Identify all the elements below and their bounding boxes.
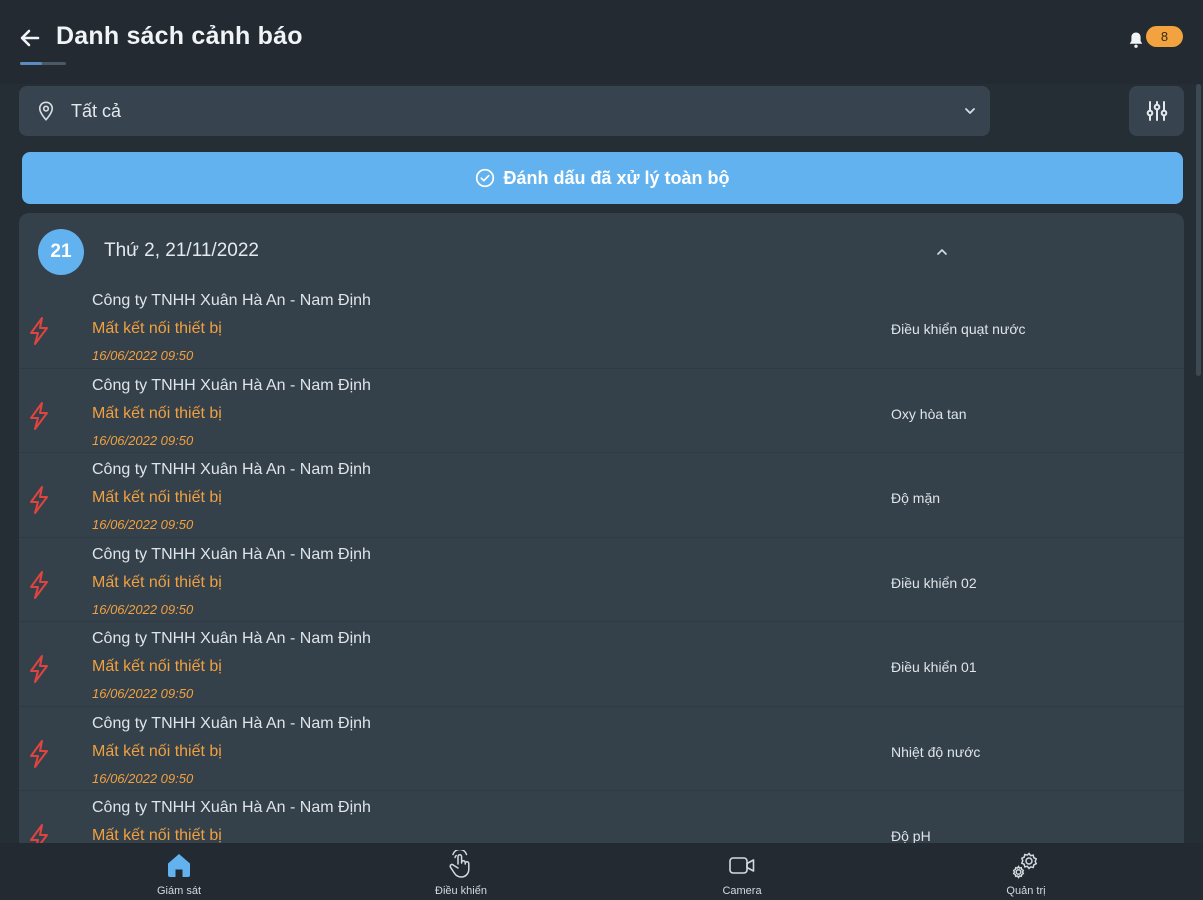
- nav-item-control[interactable]: Điều khiển: [391, 843, 531, 900]
- arrow-left-icon: [20, 29, 40, 47]
- location-pin-icon: [38, 101, 54, 121]
- chevron-up-icon[interactable]: [934, 244, 950, 260]
- alert-time: 16/06/2022 09:50: [92, 601, 194, 617]
- lightning-icon: [30, 570, 48, 599]
- filter-settings-button[interactable]: [1129, 86, 1184, 136]
- app-header: Danh sách cảnh báo 8: [0, 0, 1203, 84]
- alert-device: Nhiệt độ nước: [891, 743, 981, 760]
- settings-icon: [1012, 852, 1038, 879]
- alert-device: Độ pH: [891, 828, 931, 844]
- alert-item[interactable]: Công ty TNHH Xuân Hà An - Nam Định Mất k…: [19, 284, 1184, 369]
- notification-count-badge: 8: [1146, 26, 1183, 47]
- alert-list: Công ty TNHH Xuân Hà An - Nam Định Mất k…: [19, 284, 1184, 853]
- lightning-icon: [30, 655, 48, 683]
- alert-item[interactable]: Công ty TNHH Xuân Hà An - Nam Định Mất k…: [19, 622, 1184, 707]
- alert-status: Mất kết nối thiết bị: [92, 658, 222, 675]
- alert-time: 16/06/2022 09:50: [92, 517, 194, 532]
- location-select[interactable]: Tất cả: [19, 86, 990, 136]
- alert-device: Điều khiển 01: [891, 659, 977, 675]
- title-underline: [20, 62, 66, 65]
- alert-time: 16/06/2022 09:50: [92, 432, 194, 448]
- mark-all-label: Đánh dấu đã xử lý toàn bộ: [503, 167, 730, 188]
- lightning-icon: [30, 401, 48, 430]
- alert-status: Mất kết nối thiết bị: [92, 573, 222, 591]
- alert-status: Mất kết nối thiết bị: [92, 489, 222, 506]
- mark-all-processed-button[interactable]: Đánh dấu đã xử lý toàn bộ: [22, 152, 1183, 204]
- alert-item[interactable]: Công ty TNHH Xuân Hà An - Nam Định Mất k…: [19, 369, 1184, 453]
- day-badge: 21: [38, 229, 84, 275]
- alert-device: Điều khiển 02: [891, 574, 977, 591]
- alert-device: Điều khiển quạt nước: [891, 321, 1026, 337]
- alert-time: 16/06/2022 09:50: [92, 770, 194, 786]
- camera-icon: [729, 857, 755, 874]
- back-button[interactable]: [14, 22, 46, 54]
- alert-company: Công ty TNHH Xuân Hà An - Nam Định: [92, 799, 371, 816]
- page-title: Danh sách cảnh báo: [56, 22, 303, 50]
- alert-company: Công ty TNHH Xuân Hà An - Nam Định: [92, 630, 371, 647]
- scrollbar[interactable]: [1196, 84, 1201, 376]
- bell-icon: [1129, 32, 1143, 48]
- alert-time: 16/06/2022 09:50: [92, 686, 194, 701]
- location-value: Tất cả: [71, 101, 122, 121]
- lightning-icon: [30, 739, 48, 768]
- nav-label: Điều khiển: [435, 885, 487, 897]
- alert-company: Công ty TNHH Xuân Hà An - Nam Định: [92, 292, 371, 309]
- alert-time: 16/06/2022 09:50: [92, 348, 194, 363]
- lightning-icon: [30, 317, 48, 345]
- alert-status: Mất kết nối thiết bị: [92, 404, 222, 422]
- lightning-icon: [30, 486, 48, 514]
- alert-company: Công ty TNHH Xuân Hà An - Nam Định: [92, 376, 371, 394]
- alert-company: Công ty TNHH Xuân Hà An - Nam Định: [92, 714, 371, 732]
- alert-item[interactable]: Công ty TNHH Xuân Hà An - Nam Định Mất k…: [19, 707, 1184, 791]
- chevron-down-icon: [965, 108, 975, 114]
- alert-status: Mất kết nối thiết bị: [92, 320, 222, 337]
- alert-device: Oxy hòa tan: [891, 405, 967, 422]
- alert-company: Công ty TNHH Xuân Hà An - Nam Định: [92, 461, 371, 478]
- nav-label: Giám sát: [156, 885, 201, 897]
- alert-group-card: 21 Thứ 2, 21/11/2022 Công ty TNHH Xuân H…: [19, 213, 1184, 853]
- nav-label: Camera: [722, 885, 762, 897]
- group-date-label: Thứ 2, 21/11/2022: [104, 240, 259, 261]
- nav-label: Quản trị: [1006, 885, 1046, 897]
- notifications-button[interactable]: 8: [1126, 24, 1186, 54]
- alert-device: Độ mặn: [891, 490, 941, 506]
- nav-item-monitoring[interactable]: Giám sát: [109, 843, 249, 900]
- sliders-icon: [1146, 101, 1167, 121]
- alert-status: Mất kết nối thiết bị: [92, 742, 222, 760]
- alert-company: Công ty TNHH Xuân Hà An - Nam Định: [92, 545, 371, 563]
- check-circle-icon: [476, 168, 495, 188]
- touch-icon: [449, 850, 470, 878]
- home-icon: [168, 854, 190, 877]
- alert-item[interactable]: Công ty TNHH Xuân Hà An - Nam Định Mất k…: [19, 538, 1184, 622]
- alert-item[interactable]: Công ty TNHH Xuân Hà An - Nam Định Mất k…: [19, 453, 1184, 538]
- nav-item-camera[interactable]: Camera: [672, 843, 812, 900]
- bottom-navigation: Giám sát Điều khiển Camera Quản trị: [0, 843, 1203, 900]
- nav-item-admin[interactable]: Quản trị: [956, 843, 1096, 900]
